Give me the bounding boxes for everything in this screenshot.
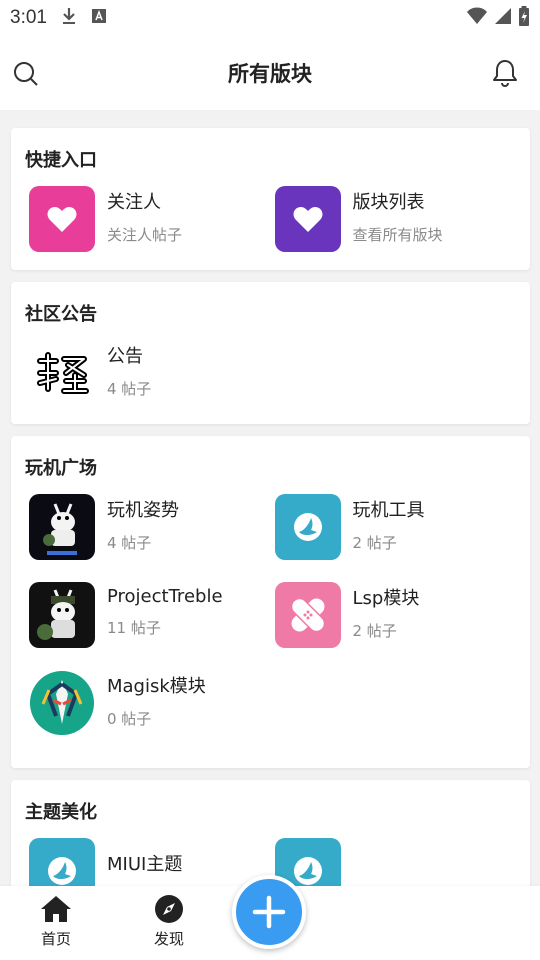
status-bar: 3:01	[0, 0, 540, 36]
section-quick-entry: 快捷入口 关注人 关注人帖子 版块列表 查看所有版块	[11, 128, 530, 270]
plus-icon	[252, 895, 286, 929]
board-name: ProjectTreble	[107, 586, 223, 607]
board-item-following[interactable]: 关注人 关注人帖子	[25, 186, 271, 252]
board-name: 公告	[107, 345, 143, 367]
compass-icon	[155, 895, 183, 923]
heart-icon	[29, 186, 95, 252]
qing-logo	[29, 340, 95, 406]
board-sub: 2 帖子	[352, 621, 397, 640]
section-playground: 玩机广场 玩机姿势 4 帖子 玩机工具 2 帖子 ProjectTreble 1…	[11, 436, 530, 768]
wifi-icon	[466, 7, 488, 29]
board-name: 关注人	[107, 191, 161, 213]
board-item-announcement[interactable]: 公告 4 帖子	[25, 340, 516, 406]
board-item-miui-theme[interactable]: MIUI主题	[25, 838, 271, 890]
download-icon	[61, 7, 77, 29]
bird-icon	[274, 494, 341, 560]
search-icon	[14, 62, 38, 86]
heart-icon	[274, 186, 341, 252]
page-title: 所有版块	[228, 62, 312, 86]
search-button[interactable]	[12, 60, 40, 88]
board-name: Magisk模块	[107, 675, 206, 697]
board-sub: 2 帖子	[352, 533, 397, 552]
board-sub: 4 帖子	[107, 379, 152, 398]
section-themes: 主题美化 MIUI主题	[11, 780, 530, 890]
board-sub: 0 帖子	[107, 709, 152, 728]
board-name: MIUI主题	[107, 854, 183, 875]
font-a-icon	[91, 8, 107, 28]
new-post-button[interactable]	[232, 875, 306, 949]
home-icon	[41, 896, 71, 922]
board-sub: 11 帖子	[107, 619, 161, 637]
board-name: 玩机姿势	[107, 499, 179, 521]
board-name: 玩机工具	[352, 499, 425, 521]
section-title: 玩机广场	[25, 458, 97, 479]
bandage-icon	[274, 582, 341, 648]
board-item-theme-2[interactable]	[271, 838, 517, 890]
battery-icon	[518, 6, 530, 30]
board-sub: 4 帖子	[107, 533, 152, 552]
board-item-board-list[interactable]: 版块列表 查看所有版块	[271, 186, 517, 252]
section-title: 快捷入口	[25, 150, 97, 171]
notification-button[interactable]	[492, 58, 520, 88]
board-item-magisk[interactable]: Magisk模块 0 帖子	[25, 670, 516, 736]
status-time: 3:01	[10, 7, 47, 28]
board-sub: 关注人帖子	[107, 225, 183, 244]
section-title: 社区公告	[25, 304, 97, 325]
fastboot-bunny-image	[29, 494, 95, 560]
treble-bunny-image	[29, 582, 95, 648]
nav-home-label: 首页	[40, 930, 71, 948]
board-name: 版块列表	[352, 191, 425, 213]
signal-icon	[494, 7, 512, 29]
board-sub: 查看所有版块	[352, 225, 443, 244]
board-item-tips[interactable]: 玩机姿势 4 帖子	[25, 494, 271, 560]
nav-discover[interactable]: 发现	[129, 894, 209, 949]
nav-discover-label: 发现	[153, 930, 184, 948]
section-title: 主题美化	[25, 802, 97, 823]
board-item-lsp[interactable]: Lsp模块 2 帖子	[271, 582, 517, 648]
board-name: Lsp模块	[352, 587, 420, 609]
bell-icon	[493, 60, 517, 87]
bird-icon	[29, 838, 95, 890]
magisk-icon	[29, 670, 95, 736]
board-item-project-treble[interactable]: ProjectTreble 11 帖子	[25, 582, 271, 648]
board-list[interactable]: 快捷入口 关注人 关注人帖子 版块列表 查看所有版块 社区公告 公告 4 帖子 …	[0, 110, 540, 890]
app-bar: 所有版块	[0, 36, 540, 110]
section-announcements: 社区公告 公告 4 帖子	[11, 282, 530, 424]
nav-home[interactable]: 首页	[16, 894, 96, 949]
board-item-tools[interactable]: 玩机工具 2 帖子	[271, 494, 517, 560]
